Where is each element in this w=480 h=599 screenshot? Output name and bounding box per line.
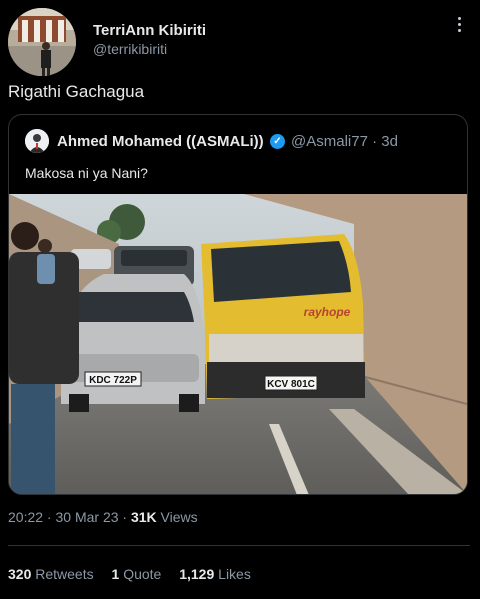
- author-name[interactable]: TerriAnn Kibiriti: [93, 22, 206, 39]
- engagement-stats: 320 Retweets 1 Quote 1,129 Likes: [8, 566, 265, 582]
- retweets-count[interactable]: 320: [8, 566, 31, 582]
- views-count: 31K: [130, 509, 157, 525]
- author-avatar[interactable]: [8, 8, 76, 76]
- quoted-handle-time[interactable]: @Asmali77 · 3d: [291, 133, 398, 150]
- author-handle[interactable]: @terrikibiriti: [93, 41, 167, 57]
- tweet-meta: 20:22 · 30 Mar 23 · 31K Views: [8, 509, 198, 525]
- likes-label[interactable]: Likes: [218, 566, 251, 582]
- quotes-label[interactable]: Quote: [123, 566, 161, 582]
- views-label: Views: [156, 509, 198, 525]
- retweets-label[interactable]: Retweets: [35, 566, 93, 582]
- quoted-tweet-text: Makosa ni ya Nani?: [25, 165, 148, 181]
- tweet-timestamp[interactable]: 20:22 · 30 Mar 23 ·: [8, 509, 131, 525]
- quoted-avatar[interactable]: [25, 129, 49, 153]
- likes-count[interactable]: 1,129: [179, 566, 214, 582]
- verified-badge-icon: ✓: [270, 134, 285, 149]
- tweet-text: Rigathi Gachagua: [8, 82, 145, 101]
- van-plate: KCV 801C: [267, 379, 315, 390]
- divider: [8, 545, 470, 546]
- quoted-photo[interactable]: KDC 722P KCV 801C rayhope: [9, 194, 467, 495]
- quoted-author-name[interactable]: Ahmed Mohamed ((ASMALi)): [57, 133, 264, 150]
- quotes-count[interactable]: 1: [112, 566, 120, 582]
- van-brand: rayhope: [304, 305, 351, 319]
- car-plate: KDC 722P: [89, 375, 137, 386]
- quoted-tweet-card[interactable]: Ahmed Mohamed ((ASMALi)) ✓ @Asmali77 · 3…: [8, 114, 468, 495]
- more-icon[interactable]: [452, 14, 466, 38]
